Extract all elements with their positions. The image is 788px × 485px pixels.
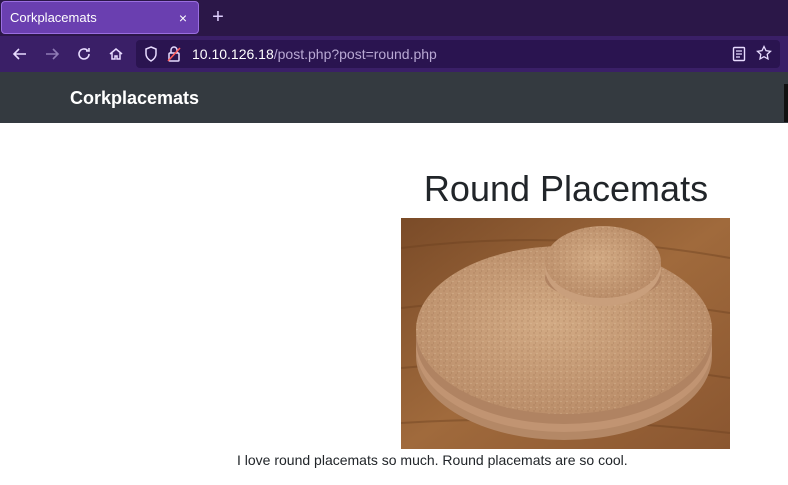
bookmark-star-icon[interactable] [756,44,772,66]
shield-icon[interactable] [144,46,158,67]
reload-icon[interactable] [72,42,96,66]
new-tab-icon[interactable]: + [208,6,228,28]
browser-tab[interactable]: Corkplacemats × [1,1,199,34]
post-title: Round Placemats [423,168,709,209]
browser-toolbar: 10.10.126.18/post.php?post=round.php [0,36,788,72]
close-tab-icon[interactable]: × [176,11,190,25]
reader-view-icon[interactable] [732,46,746,67]
site-brand-link[interactable]: Corkplacemats [70,88,199,109]
scrollbar-edge [784,84,788,122]
cork-placemat-photo-icon [401,218,730,449]
back-icon[interactable] [8,42,32,66]
home-icon[interactable] [104,42,128,66]
post-body: I love round placemats so much. Round pl… [237,452,628,468]
tab-title: Corkplacemats [10,10,97,25]
insecure-lock-icon[interactable] [166,45,182,68]
site-navbar: Corkplacemats [0,72,788,123]
post-image [401,218,730,449]
tab-bar: Corkplacemats × + [0,0,788,36]
url-path: /post.php?post=round.php [273,46,437,62]
url-bar[interactable]: 10.10.126.18/post.php?post=round.php [136,40,780,68]
forward-icon[interactable] [40,42,64,66]
url-host: 10.10.126.18 [192,46,274,62]
url-text[interactable]: 10.10.126.18/post.php?post=round.php [192,46,437,62]
